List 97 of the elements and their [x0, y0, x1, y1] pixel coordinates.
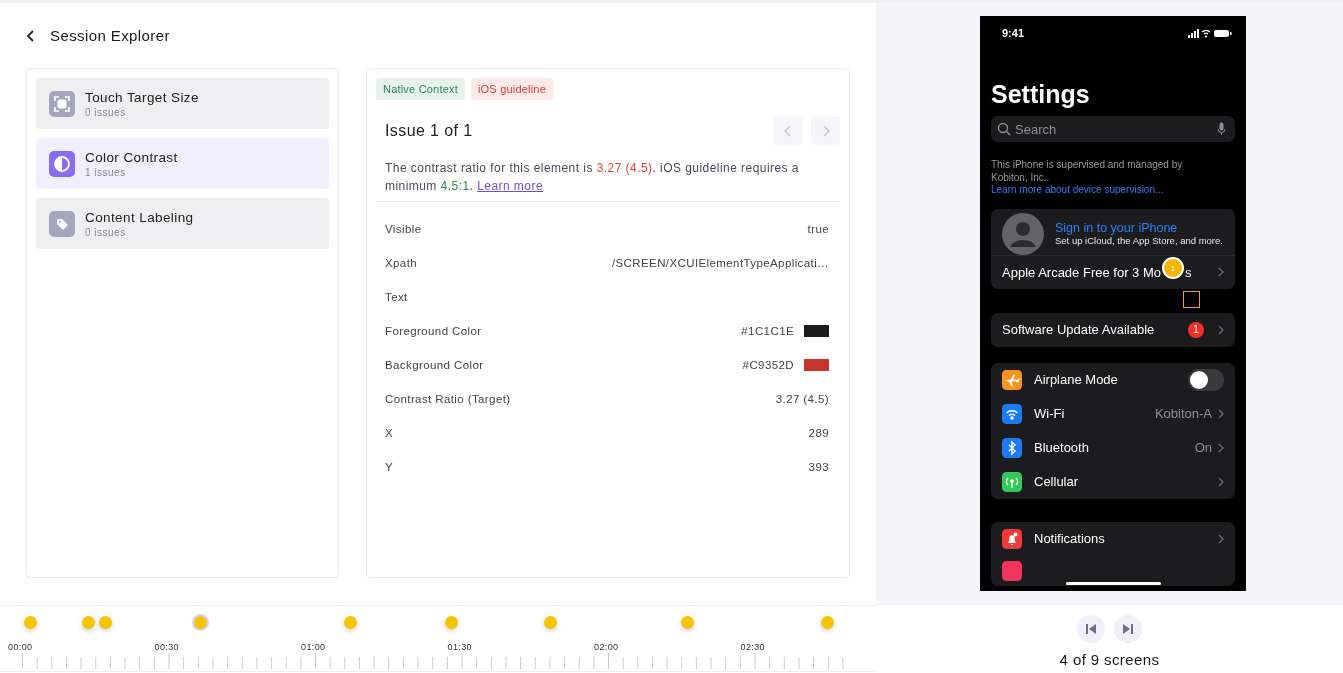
time-label: 00:30	[154, 642, 180, 652]
settings-title: Settings	[991, 80, 1091, 109]
timeline-marker[interactable]	[194, 616, 207, 629]
detail-value: 3.27 (4.5)	[775, 393, 829, 405]
detail-label: Background Color	[385, 359, 484, 371]
settings-row[interactable]: Software Update Available 1	[991, 312, 1235, 347]
category-item[interactable]: Color Contrast 1 issues	[36, 138, 329, 189]
row-value: On	[1194, 440, 1212, 455]
screen-counter: 4 of 9 screens	[1059, 651, 1160, 668]
previous-button[interactable]	[773, 116, 802, 145]
settings-row[interactable]: Airplane Mode	[991, 362, 1235, 397]
chevron-icon	[1218, 442, 1224, 453]
detail-label: X	[385, 427, 394, 439]
back-icon[interactable]	[26, 28, 36, 43]
detail-label: Y	[385, 461, 394, 473]
chevron-left-icon	[783, 124, 792, 137]
time-label: 01:00	[301, 642, 326, 652]
row-label: Airplane Mode	[1034, 372, 1118, 387]
issue-description: The contrast ratio for this element is 3.27 (4.5). iOS guideline requires a minimum 4.5:1. Learn more	[376, 159, 840, 202]
supervision-note: This iPhone is supervised and managed by Kobiton, Inc.. Learn more about device supervision...	[991, 159, 1184, 197]
supervision-link[interactable]: Learn more about device supervision...	[991, 184, 1164, 195]
category-name: Content Labeling	[85, 209, 194, 225]
timeline-marker[interactable]	[82, 616, 95, 629]
time-label: 00:00	[8, 642, 33, 652]
avatar-icon	[1002, 212, 1044, 255]
sign-in-link[interactable]: Sign in to your iPhone	[1055, 220, 1223, 235]
detail-value: 289	[808, 427, 829, 439]
row-label: Wi-Fi	[1034, 406, 1065, 421]
notification-badge: 1	[1188, 321, 1204, 338]
contrast-icon	[49, 150, 75, 177]
row-label: Apple Arcade Free for 3 Mo	[1002, 264, 1161, 280]
issue-title: Issue 1 of 1	[385, 121, 473, 140]
app-icon	[1002, 560, 1022, 581]
search-icon	[997, 122, 1011, 136]
status-time: 9:41	[1002, 27, 1025, 39]
skip-forward-icon	[1122, 623, 1134, 635]
settings-row[interactable]: Apple Arcade Free for 3 Mo 1 s	[991, 254, 1235, 289]
detail-label: Text	[385, 291, 408, 303]
timeline-marker[interactable]	[99, 616, 112, 629]
detail-value: true	[807, 223, 829, 235]
settings-row[interactable]: Cellular	[991, 464, 1235, 499]
status-icons	[1188, 28, 1232, 38]
chevron-icon	[1218, 324, 1224, 335]
skip-back-icon	[1085, 623, 1097, 635]
category-item[interactable]: Content Labeling 0 issues	[36, 198, 329, 249]
highlight-box	[1183, 290, 1200, 308]
row-label: Bluetooth	[1034, 440, 1089, 455]
timeline-marker[interactable]	[821, 616, 834, 629]
category-name: Color Contrast	[85, 149, 178, 165]
detail-value: #C9352D	[742, 359, 794, 371]
microphone-icon[interactable]	[1217, 122, 1226, 136]
issue-count: 0 issues	[85, 106, 127, 118]
next-screen-button[interactable]	[1114, 615, 1142, 643]
time-label: 01:30	[447, 642, 473, 652]
time-label: 02:30	[740, 642, 766, 652]
detail-label: Contrast Ratio (Target)	[385, 393, 511, 405]
timeline-marker[interactable]	[544, 616, 557, 629]
learn-more-link[interactable]: Learn more	[477, 179, 543, 193]
time-label: 02:00	[594, 642, 619, 652]
focus-frame-icon	[49, 90, 75, 117]
detail-value: #1C1C1E	[741, 325, 794, 337]
tag: iOS guideline	[470, 78, 553, 100]
category-item[interactable]: Touch Target Size 0 issues	[36, 78, 329, 129]
detail-label: Foreground Color	[385, 325, 482, 337]
timeline-marker[interactable]	[681, 616, 694, 629]
detail-value: 393	[808, 461, 829, 473]
timeline-marker[interactable]	[445, 616, 458, 629]
element-marker: 1	[1162, 257, 1184, 279]
detail-label: Visible	[385, 223, 422, 235]
previous-screen-button[interactable]	[1077, 615, 1105, 643]
timeline-marker[interactable]	[24, 616, 37, 629]
page-title: Session Explorer	[50, 27, 170, 44]
category-name: Touch Target Size	[85, 89, 199, 105]
timeline-marker[interactable]	[344, 616, 357, 629]
detail-value: /SCREEN/XCUIElementTypeApplicati…	[611, 257, 829, 269]
chevron-icon	[1218, 476, 1224, 487]
timeline[interactable]: 00:00 00:30 01:00 01:30 02:00 02:30	[0, 605, 876, 672]
row-value: Kobiton-A	[1154, 406, 1212, 421]
row-label: Cellular	[1034, 474, 1079, 489]
settings-row[interactable]: Bluetooth On	[991, 430, 1235, 465]
tag-icon	[49, 210, 75, 237]
sign-in-subtitle: Set up iCloud, the App Store, and more.	[1055, 234, 1223, 247]
chevron-icon	[1218, 408, 1224, 419]
issue-count: 1 issues	[85, 166, 127, 178]
row-label: Notifications	[1034, 531, 1105, 546]
chevron-right-icon	[821, 124, 830, 137]
detail-label: Xpath	[385, 257, 418, 269]
row-label: Software Update Available	[1002, 322, 1155, 337]
next-button[interactable]	[811, 116, 840, 145]
issue-count: 0 issues	[85, 226, 127, 238]
chevron-icon	[1218, 267, 1224, 277]
toggle-switch[interactable]	[1188, 368, 1224, 391]
settings-row[interactable]: Wi-Fi Kobiton-A	[991, 396, 1235, 431]
tag: Native Context	[376, 78, 465, 100]
row-label: s	[1185, 264, 1192, 280]
search-field[interactable]: Search	[991, 116, 1235, 142]
chevron-icon	[1218, 533, 1224, 544]
